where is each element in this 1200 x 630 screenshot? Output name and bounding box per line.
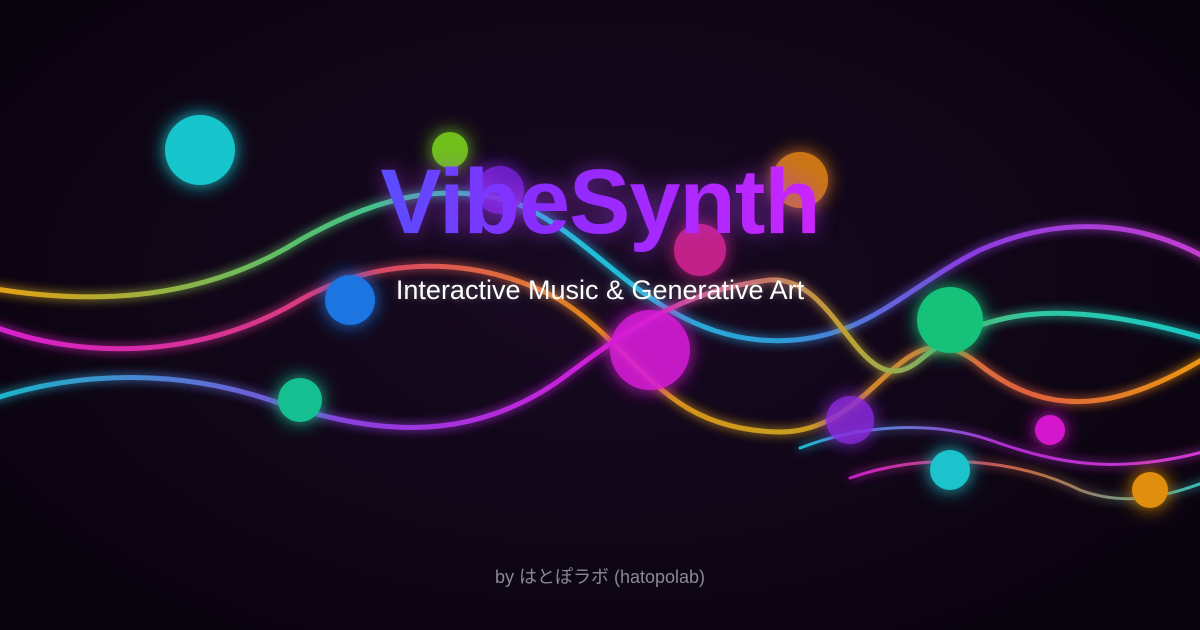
banner: VibeSynth Interactive Music & Generative… bbox=[0, 0, 1200, 630]
generative-art-background bbox=[0, 115, 1200, 508]
orb-magenta-small bbox=[1035, 415, 1065, 445]
app-subtitle: Interactive Music & Generative Art bbox=[395, 275, 805, 305]
orb-cyan-small bbox=[930, 450, 970, 490]
orb-magenta-large bbox=[610, 310, 690, 390]
app-title: VibeSynth bbox=[0, 150, 1200, 255]
author-credit: by はとぽラボ (hatopolab) bbox=[494, 567, 706, 587]
orb-amber bbox=[1132, 472, 1168, 508]
orb-teal bbox=[278, 378, 322, 422]
orb-purple bbox=[826, 396, 874, 444]
